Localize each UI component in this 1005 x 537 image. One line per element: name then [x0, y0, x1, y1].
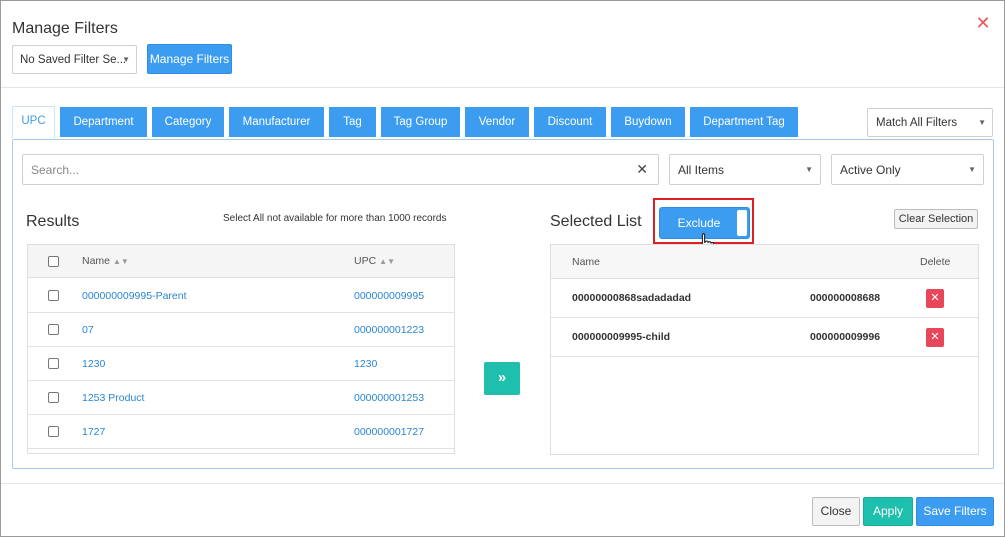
name-column-header[interactable]: Name ▲▼: [82, 245, 129, 278]
tab-vendor[interactable]: Vendor: [465, 107, 529, 137]
upc-column-header[interactable]: UPC ▲▼: [354, 245, 395, 278]
items-filter-value: All Items: [678, 163, 725, 177]
search-input[interactable]: [23, 155, 613, 184]
tab-department[interactable]: Department: [60, 107, 147, 137]
search-field: ✕: [22, 154, 659, 185]
selected-row: 00000000868sadadadad 000000008688 ✕: [551, 279, 978, 318]
row-upc-link[interactable]: 000000001253: [354, 381, 424, 415]
table-row: 07 000000001223: [28, 313, 454, 347]
row-checkbox[interactable]: [48, 324, 59, 335]
row-name-link[interactable]: 000000009995-Parent: [82, 279, 187, 313]
results-table-header: Name ▲▼ UPC ▲▼: [28, 245, 454, 278]
divider: [1, 87, 1004, 88]
match-filters-value: Match All Filters: [876, 117, 958, 129]
selected-row-upc: 000000009996: [810, 331, 881, 343]
tab-buydown[interactable]: Buydown: [611, 107, 685, 137]
clear-selection-button[interactable]: Clear Selection: [894, 209, 978, 229]
delete-icon[interactable]: ✕: [926, 328, 944, 347]
saved-filter-value: No Saved Filter Se...: [20, 54, 127, 66]
items-filter-select[interactable]: All Items ▼: [669, 154, 821, 185]
row-checkbox[interactable]: [48, 392, 59, 403]
tab-upc[interactable]: UPC: [12, 106, 55, 138]
save-filters-button[interactable]: Save Filters: [916, 497, 994, 526]
tab-manufacturer[interactable]: Manufacturer: [229, 107, 324, 137]
saved-filter-select[interactable]: No Saved Filter Se... ▼: [12, 45, 137, 74]
chevron-down-icon: ▼: [968, 165, 976, 174]
tab-category[interactable]: Category: [152, 107, 224, 137]
row-name-link[interactable]: 07: [82, 313, 94, 347]
row-checkbox[interactable]: [48, 290, 59, 301]
selected-row: 000000009995-child 000000009996 ✕: [551, 318, 978, 357]
chevron-down-icon: ▼: [122, 55, 130, 64]
upc-column-label: UPC: [354, 255, 377, 267]
chevron-down-icon: ▼: [978, 118, 986, 127]
row-upc-link[interactable]: 000000009995: [354, 279, 424, 313]
selected-list-title: Selected List: [550, 213, 642, 230]
apply-button[interactable]: Apply: [863, 497, 913, 526]
status-filter-value: Active Only: [840, 163, 901, 177]
row-upc-link[interactable]: 000000001223: [354, 313, 424, 347]
results-title: Results: [26, 213, 80, 230]
match-filters-select[interactable]: Match All Filters ▼: [867, 108, 993, 137]
table-row: 1253 Product 000000001253: [28, 381, 454, 415]
chevron-down-icon: ▼: [805, 165, 813, 174]
status-filter-select[interactable]: Active Only ▼: [831, 154, 984, 185]
selected-row-name: 00000000868sadadadad: [572, 292, 692, 304]
manage-filters-button[interactable]: Manage Filters: [147, 44, 232, 74]
dialog-title: Manage Filters: [12, 20, 118, 37]
tab-tag-group[interactable]: Tag Group: [381, 107, 460, 137]
tab-department-tag[interactable]: Department Tag: [690, 107, 798, 137]
row-checkbox[interactable]: [48, 426, 59, 437]
divider: [1, 483, 1004, 484]
row-name-link[interactable]: 1253 Product: [82, 381, 144, 415]
selected-table: Name Delete 00000000868sadadadad 0000000…: [550, 244, 979, 455]
tab-discount[interactable]: Discount: [534, 107, 606, 137]
clear-search-icon[interactable]: ✕: [636, 161, 648, 178]
selected-row-upc: 000000008688: [810, 292, 881, 304]
row-name-link[interactable]: 1727: [82, 415, 105, 449]
selected-table-header: Name Delete: [551, 245, 978, 279]
table-row: 1727 000000001727: [28, 415, 454, 449]
move-selected-button[interactable]: »: [484, 362, 520, 395]
table-row: 1230 1230: [28, 347, 454, 381]
row-upc-link[interactable]: 1230: [354, 347, 377, 381]
row-name-link[interactable]: 1230: [82, 347, 105, 381]
select-all-checkbox[interactable]: [48, 256, 59, 267]
close-button[interactable]: Close: [812, 497, 860, 526]
name-column-header: Name: [572, 256, 601, 268]
close-icon[interactable]: ✕: [973, 13, 993, 33]
manage-filters-dialog: Manage Filters ✕ No Saved Filter Se... ▼…: [0, 0, 1005, 537]
name-column-label: Name: [82, 255, 111, 267]
selected-row-name: 000000009995-child: [572, 331, 671, 343]
toggle-knob: [737, 210, 747, 236]
sort-icon: ▲▼: [379, 257, 396, 266]
table-row: 000000009995-Parent 000000009995: [28, 279, 454, 313]
row-checkbox[interactable]: [48, 358, 59, 369]
tab-tag[interactable]: Tag: [329, 107, 376, 137]
results-note: Select All not available for more than 1…: [223, 213, 447, 224]
row-upc-link[interactable]: 000000001727: [354, 415, 424, 449]
delete-icon[interactable]: ✕: [926, 289, 944, 308]
delete-column-header: Delete: [920, 256, 951, 268]
results-table: Name ▲▼ UPC ▲▼ 000000009995-Parent 0000000…: [27, 244, 455, 454]
sort-icon: ▲▼: [113, 257, 129, 266]
